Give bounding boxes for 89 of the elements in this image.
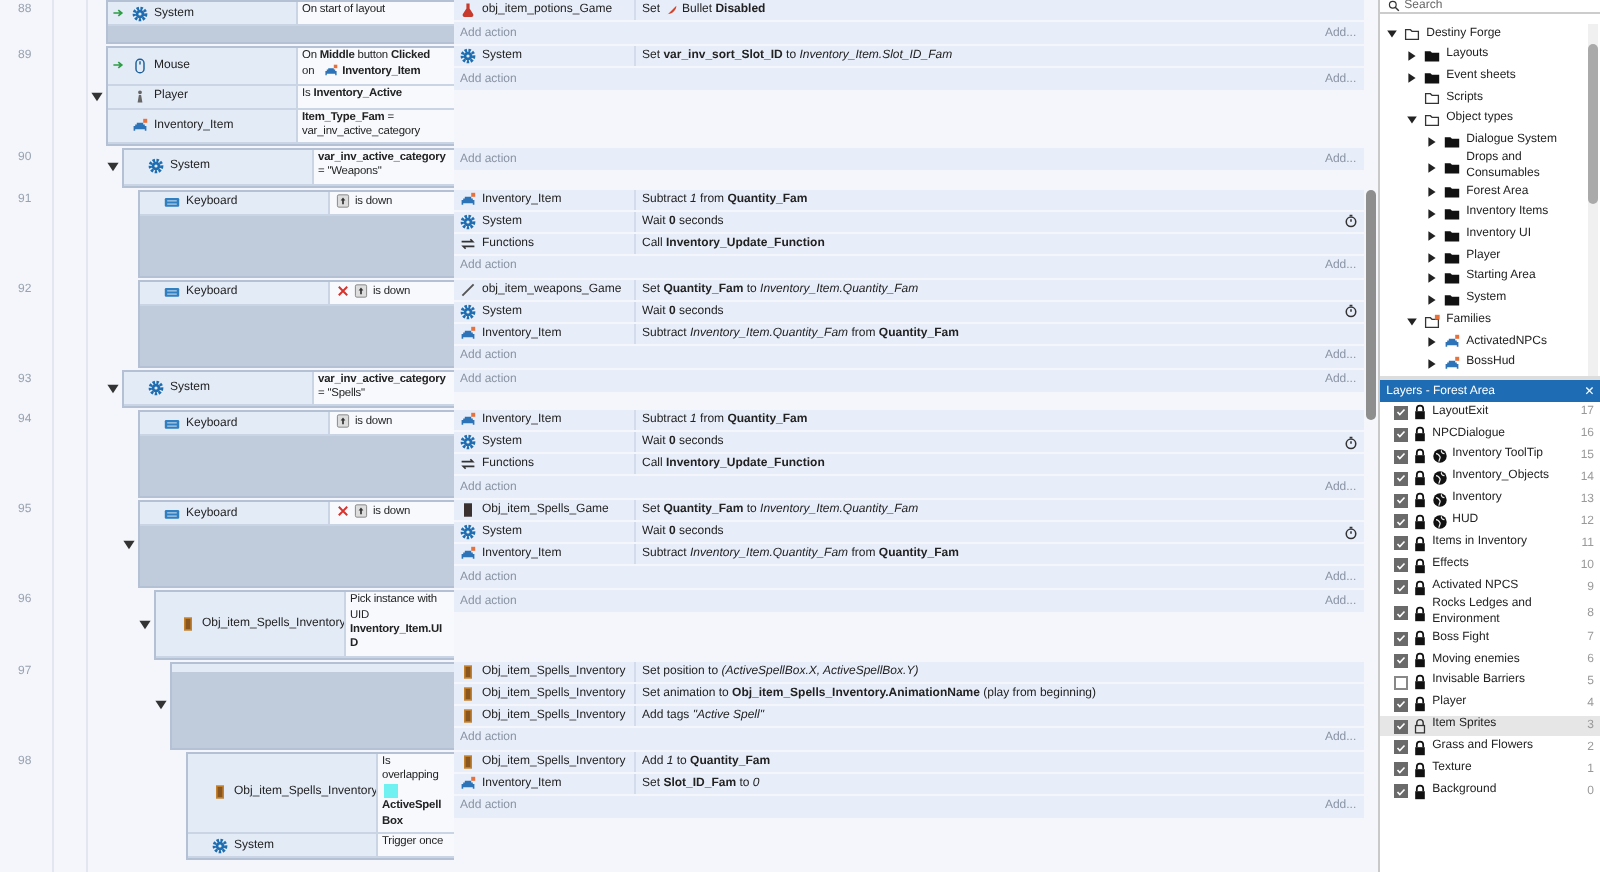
arrows-icon <box>460 456 476 473</box>
key-icon <box>354 504 368 519</box>
sprite-icon <box>460 546 476 563</box>
checkbox[interactable] <box>1394 493 1409 507</box>
feather-icon <box>664 3 679 17</box>
caret-icon[interactable] <box>1426 293 1439 306</box>
caret-icon[interactable] <box>1386 28 1399 41</box>
sprite-icon <box>460 412 476 429</box>
sprite-icon <box>323 64 338 79</box>
keyboard-icon <box>164 505 180 522</box>
checkbox[interactable] <box>1394 697 1409 712</box>
key-icon <box>354 283 368 298</box>
stopwatch-icon <box>1343 435 1358 450</box>
caret-icon[interactable] <box>1406 71 1419 84</box>
caret-icon[interactable] <box>1426 208 1439 221</box>
sprite-icon <box>1444 334 1461 351</box>
cross-icon <box>336 504 350 519</box>
sprite-icon <box>1444 355 1461 372</box>
sprite-icon <box>460 775 476 792</box>
gear-icon <box>460 213 476 230</box>
caret-icon[interactable] <box>1426 357 1439 370</box>
scrollbar-thumb[interactable] <box>1366 190 1377 420</box>
checkbox[interactable] <box>1394 580 1409 595</box>
checkbox[interactable] <box>1394 719 1409 734</box>
close-button[interactable]: × <box>1584 382 1594 400</box>
stopwatch-icon <box>1343 304 1358 319</box>
checkbox[interactable] <box>1394 784 1409 799</box>
key-icon <box>336 414 350 429</box>
checkbox[interactable] <box>1394 675 1409 690</box>
checkbox[interactable] <box>1394 558 1409 573</box>
globe-icon <box>1432 448 1449 465</box>
flask-icon <box>460 2 476 18</box>
gear-icon <box>212 837 228 854</box>
gear-icon <box>460 434 476 451</box>
gear-icon <box>148 158 164 175</box>
checkbox[interactable] <box>1394 471 1409 486</box>
checkbox[interactable] <box>1394 631 1409 646</box>
mouse-icon <box>132 57 148 74</box>
scrollbar-thumb[interactable] <box>1588 44 1598 204</box>
trigger-arrow-icon <box>112 58 126 73</box>
caret-icon[interactable] <box>1406 50 1419 63</box>
card-icon <box>180 615 196 632</box>
keyboard-icon <box>164 415 180 432</box>
gear-icon <box>460 303 476 320</box>
checkbox[interactable] <box>1394 606 1409 621</box>
stopwatch-icon <box>1343 525 1358 540</box>
arrows-icon <box>460 235 476 252</box>
globe-icon <box>1432 513 1449 530</box>
family-folder-icon <box>1424 313 1441 330</box>
caret-icon[interactable] <box>1406 114 1419 127</box>
sword-icon <box>460 281 476 298</box>
card-icon <box>460 502 476 519</box>
person-icon <box>132 88 148 105</box>
gear-icon <box>460 48 476 64</box>
key-icon <box>336 193 350 208</box>
square-icon <box>384 784 398 799</box>
globe-icon <box>1432 470 1449 487</box>
card-icon <box>212 784 228 801</box>
checkbox[interactable] <box>1394 740 1409 755</box>
scrollbar[interactable] <box>1588 24 1598 376</box>
caret-icon[interactable] <box>1426 272 1439 285</box>
caret-icon[interactable] <box>1426 186 1439 199</box>
keyboard-icon <box>164 284 180 301</box>
globe-icon <box>1432 492 1449 508</box>
checkbox[interactable] <box>1394 536 1409 551</box>
stopwatch-icon <box>1343 214 1358 229</box>
cross-icon <box>336 283 350 298</box>
gear-icon <box>132 5 148 21</box>
checkbox[interactable] <box>1394 405 1409 420</box>
sprite-icon <box>460 325 476 342</box>
checkbox[interactable] <box>1394 449 1409 464</box>
trigger-arrow-icon <box>112 6 126 20</box>
checkbox[interactable] <box>1394 653 1409 668</box>
caret-icon[interactable] <box>1426 251 1439 264</box>
search-icon <box>1388 0 1401 12</box>
checkbox[interactable] <box>1394 427 1409 442</box>
caret-icon[interactable] <box>1426 229 1439 242</box>
sprite-icon <box>460 191 476 208</box>
gear-icon <box>148 380 164 397</box>
sprite-icon <box>132 117 148 134</box>
keyboard-icon <box>164 194 180 211</box>
checkbox[interactable] <box>1394 514 1409 529</box>
caret-icon[interactable] <box>1426 161 1439 174</box>
card-icon <box>460 753 476 770</box>
caret-icon[interactable] <box>1406 315 1419 328</box>
caret-icon[interactable] <box>1426 336 1439 349</box>
caret-icon[interactable] <box>1426 135 1439 148</box>
gear-icon <box>460 524 476 541</box>
checkbox[interactable] <box>1394 762 1409 777</box>
